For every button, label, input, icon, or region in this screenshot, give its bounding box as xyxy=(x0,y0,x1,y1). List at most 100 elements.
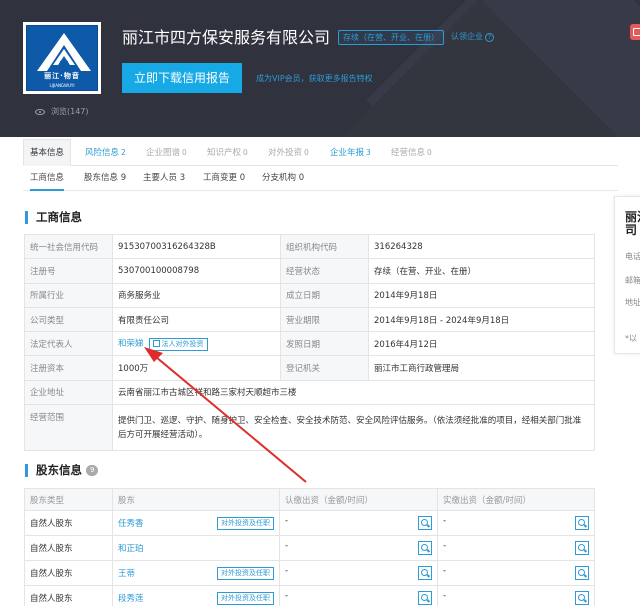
shareholder-cell: 和正珀 xyxy=(112,535,280,561)
tab-investment[interactable]: 对外投资 0 xyxy=(268,139,309,166)
help-icon[interactable]: ? xyxy=(485,33,494,42)
investment-button[interactable]: 对外投资及任职 xyxy=(217,516,274,530)
field-label: 企业地址 xyxy=(24,379,113,406)
table-row: 注册资本 1000万 登记机关 丽江市工商行政管理局 xyxy=(24,355,595,381)
contact-card-title: 丽江司 xyxy=(625,210,640,237)
tab-risk-info[interactable]: 风险信息 2 xyxy=(85,139,126,166)
field-label: 经营状态 xyxy=(280,258,369,284)
registrar-value: 丽江市工商行政管理局 xyxy=(368,355,595,381)
subscribed-capital: - xyxy=(279,560,438,586)
logo-subtext: LIJIANGWUYI xyxy=(49,83,75,88)
shareholder-cell: 王蒂 对外投资及任职 xyxy=(112,560,280,586)
shareholder-type: 自然人股东 xyxy=(24,510,113,536)
table-row: 公司类型 有限责任公司 营业期限 2014年9月18日 - 2024年9月18日 xyxy=(24,306,595,333)
shareholder-type: 自然人股东 xyxy=(24,560,113,586)
subtab-changes[interactable]: 工商变更 0 xyxy=(203,166,245,191)
search-icon[interactable] xyxy=(575,566,589,580)
org-code-value: 316264328 xyxy=(368,233,595,260)
tab-ip[interactable]: 知识产权 0 xyxy=(207,139,248,166)
claim-company-link[interactable]: 认领企业? xyxy=(451,31,494,42)
legal-rep-investment-button[interactable]: 法人对外投资 xyxy=(148,337,208,351)
tab-basic-info[interactable]: 基本信息 xyxy=(23,139,72,166)
table-row: 经营范围 提供门卫、巡逻、守护、随身护卫、安全检查、安全技术防范、安全风险评估服… xyxy=(24,404,595,452)
field-label: 法定代表人 xyxy=(24,331,113,357)
business-info-title: 工商信息 xyxy=(25,211,82,224)
shareholder-name-link[interactable]: 和正珀 xyxy=(118,544,144,554)
subtab-business-info[interactable]: 工商信息 xyxy=(30,166,65,191)
investment-button[interactable]: 对外投资及任职 xyxy=(217,591,274,605)
subscribed-capital: - xyxy=(279,585,438,606)
company-logo: 丽江·物音 LIJIANGWUYI xyxy=(23,22,101,94)
column-header: 股东 xyxy=(112,488,280,511)
search-icon[interactable] xyxy=(575,516,589,530)
reg-number-value: 530700100008798 xyxy=(112,258,281,284)
table-row: 统一社会信用代码 91530700316264328B 组织机构代码 31626… xyxy=(24,233,595,260)
logo-mark-icon xyxy=(37,33,91,71)
contact-email-label: 邮箱 xyxy=(625,276,640,285)
status-value: 存续（在营、开业、在册） xyxy=(368,258,595,284)
contact-address-label: 地址 xyxy=(625,298,640,307)
tab-annual-report[interactable]: 企业年报 3 xyxy=(330,139,371,166)
subtab-key-personnel[interactable]: 主要人员 3 xyxy=(143,166,185,191)
business-info-table: 统一社会信用代码 91530700316264328B 组织机构代码 31626… xyxy=(24,233,595,452)
share-icon[interactable] xyxy=(630,24,640,40)
field-label: 公司类型 xyxy=(24,306,113,333)
industry-value: 商务服务业 xyxy=(112,282,281,308)
shareholder-type: 自然人股东 xyxy=(24,535,113,561)
column-header: 认缴出资（金额/时间） xyxy=(279,488,438,511)
paid-capital: - xyxy=(437,585,595,606)
credit-code-value: 91530700316264328B xyxy=(112,233,281,260)
legal-rep-link[interactable]: 和荣娣 xyxy=(118,339,144,349)
table-row: 法定代表人 和荣娣 法人对外投资 发照日期 2016年4月12日 xyxy=(24,331,595,357)
shareholder-name-link[interactable]: 任秀香 xyxy=(118,519,144,529)
contact-card: 丽江司 电话 邮箱 地址 *以 xyxy=(614,196,640,354)
field-label: 统一社会信用代码 xyxy=(24,233,113,260)
search-icon[interactable] xyxy=(575,591,589,605)
table-row: 自然人股东 和正珀 - - xyxy=(24,535,595,561)
field-label: 注册资本 xyxy=(24,355,113,381)
license-date-value: 2016年4月12日 xyxy=(368,331,595,357)
contact-phone-label: 电话 xyxy=(625,252,640,261)
subtab-shareholders[interactable]: 股东信息 9 xyxy=(84,166,126,191)
shareholder-name-link[interactable]: 王蒂 xyxy=(118,569,135,579)
field-label: 成立日期 xyxy=(280,282,369,308)
field-label: 组织机构代码 xyxy=(280,233,369,260)
view-count-label: 浏览(147) xyxy=(51,107,89,116)
download-report-button[interactable]: 立即下载信用报告 xyxy=(122,63,242,93)
tab-operations[interactable]: 经营信息 0 xyxy=(391,139,432,166)
table-row: 自然人股东 段秀莲 对外投资及任职 - - xyxy=(24,585,595,606)
search-icon[interactable] xyxy=(418,566,432,580)
claim-company-label: 认领企业 xyxy=(451,32,483,41)
field-label: 经营范围 xyxy=(24,404,113,452)
shareholders-table: 股东类型 股东 认缴出资（金额/时间） 实缴出资（金额/时间） 自然人股东 任秀… xyxy=(24,488,595,606)
status-badge: 存续（在营、开业、在册） xyxy=(338,30,444,45)
founded-date-value: 2014年9月18日 xyxy=(368,282,595,308)
view-count: 浏览(147) xyxy=(35,106,89,117)
shareholder-name-link[interactable]: 段秀莲 xyxy=(118,594,144,604)
capital-value: 1000万 xyxy=(112,355,281,381)
search-icon[interactable] xyxy=(418,516,432,530)
column-header: 股东类型 xyxy=(24,488,113,511)
sub-tabs: 工商信息 股东信息 9 主要人员 3 工商变更 0 分支机构 0 xyxy=(23,166,618,191)
table-row: 所属行业 商务服务业 成立日期 2014年9月18日 xyxy=(24,282,595,308)
subtab-branches[interactable]: 分支机构 0 xyxy=(262,166,304,191)
tab-enterprise-graph[interactable]: 企业图谱 0 xyxy=(146,139,187,166)
investment-button[interactable]: 对外投资及任职 xyxy=(217,566,274,580)
legal-rep-cell: 和荣娣 法人对外投资 xyxy=(112,331,281,357)
field-label: 所属行业 xyxy=(24,282,113,308)
search-icon[interactable] xyxy=(575,541,589,555)
subscribed-capital: - xyxy=(279,510,438,536)
field-label: 注册号 xyxy=(24,258,113,284)
field-label: 营业期限 xyxy=(280,306,369,333)
shareholder-type: 自然人股东 xyxy=(24,585,113,606)
search-icon[interactable] xyxy=(418,591,432,605)
field-label: 登记机关 xyxy=(280,355,369,381)
business-term-value: 2014年9月18日 - 2024年9月18日 xyxy=(368,306,595,333)
search-icon[interactable] xyxy=(418,541,432,555)
table-row: 注册号 530700100008798 经营状态 存续（在营、开业、在册） xyxy=(24,258,595,284)
logo-text: 丽江·物音 xyxy=(44,72,80,80)
subscribed-capital: - xyxy=(279,535,438,561)
shareholder-cell: 段秀莲 对外投资及任职 xyxy=(112,585,280,606)
vip-link[interactable]: 成为VIP会员，获取更多报告特权 xyxy=(256,73,373,84)
paid-capital: - xyxy=(437,560,595,586)
